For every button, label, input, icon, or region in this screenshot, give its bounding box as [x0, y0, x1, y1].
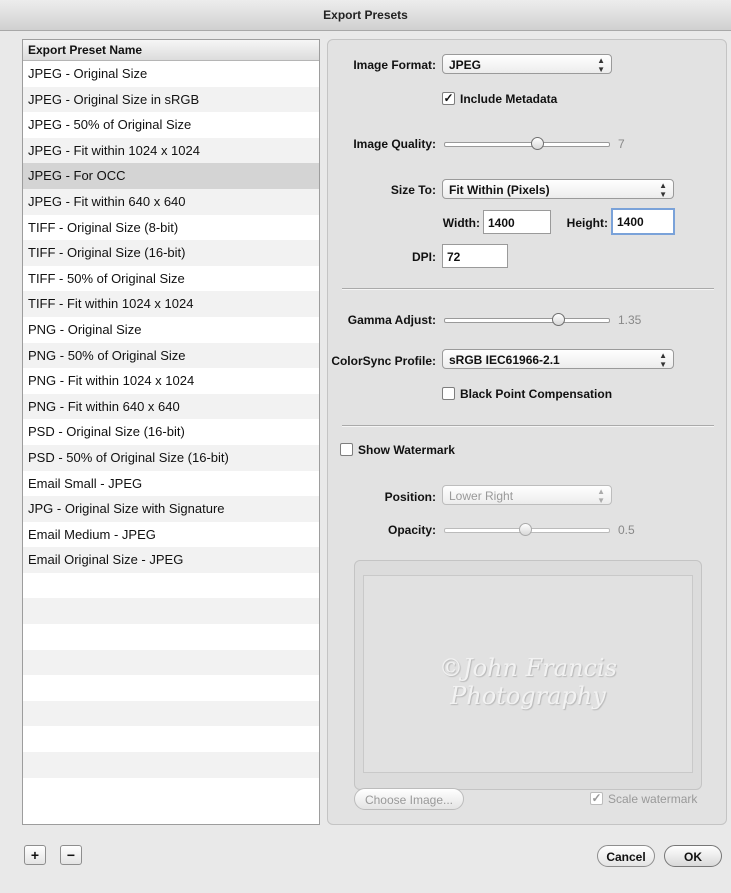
position-label: Position: [384, 490, 436, 504]
opacity-label: Opacity: [387, 523, 436, 537]
preset-list-item[interactable]: PNG - Original Size [23, 317, 319, 343]
preset-list-header[interactable]: Export Preset Name [23, 40, 319, 61]
remove-preset-button[interactable]: − [60, 845, 82, 865]
height-field[interactable]: 1400 [611, 208, 675, 235]
cancel-button[interactable]: Cancel [597, 845, 655, 867]
size-to-value: Fit Within (Pixels) [449, 183, 550, 197]
image-format-label: Image Format: [353, 58, 436, 72]
scale-watermark-label: Scale watermark [608, 792, 698, 806]
size-to-label: Size To: [390, 183, 436, 197]
preset-list-item[interactable]: PNG - 50% of Original Size [23, 342, 319, 369]
size-to-popup[interactable]: Fit Within (Pixels) ▲ ▼ [442, 179, 674, 199]
updown-chevron-icon: ▲ ▼ [659, 351, 667, 369]
black-point-checkbox[interactable] [442, 387, 455, 400]
include-metadata-label: Include Metadata [460, 92, 558, 106]
position-value: Lower Right [449, 489, 514, 503]
watermark-preview-text: ©John Francis Photography [439, 654, 617, 710]
updown-chevron-icon: ▲ ▼ [659, 181, 667, 199]
image-quality-slider-knob[interactable] [531, 137, 544, 150]
preset-list-item[interactable]: JPEG - Original Size in sRGB [23, 86, 319, 113]
settings-panel: Image Format: JPEG ▲ ▼ ✓ Include Metadata… [327, 39, 727, 825]
add-preset-button[interactable]: + [24, 845, 46, 865]
preset-list-item[interactable]: TIFF - 50% of Original Size [23, 266, 319, 292]
image-quality-value: 7 [618, 137, 625, 151]
preset-list-item[interactable]: JPEG - Fit within 1024 x 1024 [23, 137, 319, 164]
preset-list-empty-row [23, 573, 319, 599]
preset-list-empty-row [23, 700, 319, 727]
dpi-label: DPI: [412, 250, 436, 264]
show-watermark-label: Show Watermark [358, 443, 455, 457]
choose-image-button[interactable]: Choose Image... [354, 788, 464, 810]
preset-list-item[interactable]: JPEG - 50% of Original Size [23, 112, 319, 138]
dpi-field[interactable]: 72 [442, 244, 508, 268]
preset-list-item[interactable]: TIFF - Fit within 1024 x 1024 [23, 291, 319, 317]
preset-list-empty-row [23, 624, 319, 650]
preset-list-item[interactable]: TIFF - Original Size (16-bit) [23, 240, 319, 266]
preset-list-item[interactable]: PNG - Fit within 640 x 640 [23, 393, 319, 420]
image-quality-slider-track[interactable] [444, 142, 610, 147]
preset-list-item[interactable]: PSD - Original Size (16-bit) [23, 419, 319, 445]
watermark-preview-box: ©John Francis Photography [354, 560, 702, 790]
preset-list-item[interactable]: Email Small - JPEG [23, 471, 319, 497]
preset-list-item[interactable]: JPEG - For OCC [23, 163, 319, 189]
preset-list-item[interactable]: PSD - 50% of Original Size (16-bit) [23, 444, 319, 471]
checkmark-icon: ✓ [443, 91, 454, 105]
checkmark-icon: ✓ [591, 791, 602, 805]
colorsync-profile-value: sRGB IEC61966-2.1 [449, 353, 560, 367]
updown-chevron-icon: ▲ ▼ [597, 56, 605, 74]
width-label: Width: [442, 216, 480, 230]
colorsync-profile-label: ColorSync Profile: [331, 354, 436, 368]
preset-list-item[interactable]: JPG - Original Size with Signature [23, 496, 319, 522]
section-divider [342, 288, 714, 290]
opacity-value: 0.5 [618, 523, 635, 537]
height-label: Height: [566, 216, 608, 230]
image-format-popup[interactable]: JPEG ▲ ▼ [442, 54, 612, 74]
preset-list-item[interactable]: JPEG - Fit within 640 x 640 [23, 188, 319, 215]
preset-list-empty-row [23, 752, 319, 778]
ok-button[interactable]: OK [664, 845, 722, 867]
preset-list-item[interactable]: JPEG - Original Size [23, 61, 319, 87]
watermark-preview: ©John Francis Photography [363, 575, 693, 773]
image-quality-label: Image Quality: [353, 137, 436, 151]
colorsync-profile-popup[interactable]: sRGB IEC61966-2.1 ▲ ▼ [442, 349, 674, 369]
preset-list-empty-row [23, 649, 319, 676]
preset-list-item[interactable]: TIFF - Original Size (8-bit) [23, 215, 319, 241]
preset-list-empty-row [23, 726, 319, 752]
gamma-slider-track[interactable] [444, 318, 610, 323]
section-divider [342, 425, 714, 427]
width-field[interactable]: 1400 [483, 210, 551, 234]
scale-watermark-checkbox[interactable]: ✓ [590, 792, 603, 805]
updown-chevron-icon: ▲ ▼ [597, 487, 605, 505]
preset-list-empty-row [23, 675, 319, 701]
position-popup[interactable]: Lower Right ▲ ▼ [442, 485, 612, 505]
black-point-label: Black Point Compensation [460, 387, 613, 401]
gamma-adjust-label: Gamma Adjust: [347, 313, 436, 327]
preset-list-item[interactable]: Email Original Size - JPEG [23, 547, 319, 573]
window-title: Export Presets [0, 0, 731, 31]
preset-list-empty-row [23, 598, 319, 625]
preset-list-empty-row [23, 778, 319, 804]
preset-list[interactable]: Export Preset Name JPEG - Original Size J… [22, 39, 320, 825]
gamma-slider-knob[interactable] [552, 313, 565, 326]
opacity-slider-knob[interactable] [519, 523, 532, 536]
gamma-value: 1.35 [618, 313, 642, 327]
preset-list-item[interactable]: PNG - Fit within 1024 x 1024 [23, 368, 319, 394]
include-metadata-checkbox[interactable]: ✓ [442, 92, 455, 105]
preset-list-item[interactable]: Email Medium - JPEG [23, 522, 319, 548]
image-format-value: JPEG [449, 58, 482, 72]
show-watermark-checkbox[interactable] [340, 443, 353, 456]
